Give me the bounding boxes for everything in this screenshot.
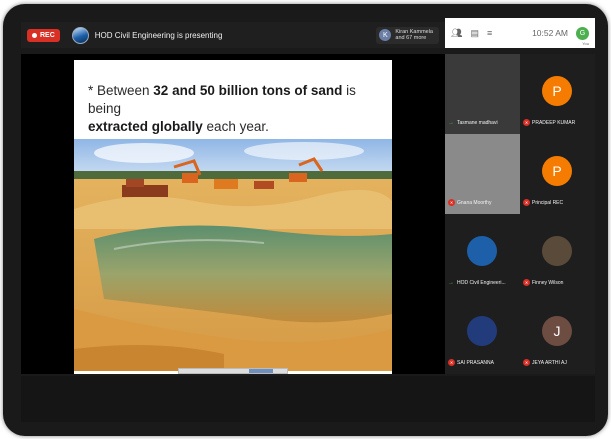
mic-on-icon: →	[448, 119, 454, 126]
hamburger-icon[interactable]: ≡	[487, 28, 492, 38]
participant-avatar	[467, 316, 497, 346]
slide-line1-bold: 32 and 50 billion tons of sand	[153, 83, 343, 98]
viewers-line1: Kiran Kammela	[395, 28, 433, 35]
participant-name: PRADEEP KUMAR	[532, 119, 576, 126]
slide-scrollbar[interactable]	[178, 368, 288, 374]
participant-name-row: ✕ Gnana Moorthy	[448, 199, 491, 206]
participant-name: SAI PRASANNA	[457, 359, 494, 366]
participant-name-row: ✕ SAI PRASANNA	[448, 359, 494, 366]
participant-tile[interactable]: → HOD Civil Engineeri...	[445, 214, 520, 294]
participant-tile[interactable]: P ✕ Principal REC	[520, 134, 595, 214]
slide-line2-bold: extracted globally	[88, 119, 203, 134]
presenter-avatar	[71, 26, 89, 44]
recording-badge: REC	[27, 28, 60, 42]
participant-name-row: ✕ PRADEEP KUMAR	[523, 119, 575, 126]
participant-avatar	[467, 76, 497, 106]
viewer-avatar: K	[379, 29, 392, 41]
viewers-text: Kiran Kammela and 67 more	[395, 29, 433, 42]
record-dot-icon	[32, 32, 37, 38]
mic-off-icon: ✕	[523, 359, 530, 366]
participant-tile[interactable]: P ✕ PRADEEP KUMAR	[520, 54, 595, 134]
participant-name: Tasmane madhavi	[457, 119, 498, 126]
mic-off-icon: ✕	[523, 279, 530, 286]
mic-off-icon: ✕	[523, 119, 530, 126]
slide: * Between 32 and 50 billion tons of sand…	[74, 60, 392, 374]
participant-avatar	[542, 236, 572, 266]
presenting-text: HOD Civil Engineering is presenting	[94, 30, 223, 40]
participant-name-row: → Tasmane madhavi	[448, 119, 498, 126]
slide-scroll-thumb[interactable]	[249, 369, 273, 373]
slide-line1-pre: * Between	[88, 83, 154, 98]
presenter-bar: REC HOD Civil Engineering is presenting …	[21, 22, 445, 48]
presentation-stage: * Between 32 and 50 billion tons of sand…	[21, 54, 445, 374]
self-avatar[interactable]: G	[576, 26, 589, 40]
participant-avatar	[467, 236, 497, 266]
meeting-window: REC HOD Civil Engineering is presenting …	[3, 4, 608, 436]
participant-avatar	[467, 156, 497, 186]
participant-avatar: P	[542, 156, 572, 186]
slide-text: * Between 32 and 50 billion tons of sand…	[88, 82, 388, 136]
participant-name-row: → HOD Civil Engineeri...	[448, 279, 506, 286]
mic-off-icon: ✕	[448, 199, 455, 206]
viewers-chip[interactable]: K Kiran Kammela and 67 more	[376, 26, 439, 44]
participant-name: Finney Wilson	[532, 279, 564, 286]
participant-tile[interactable]: J ✕ JEYA ARTHI AJ	[520, 294, 595, 374]
self-label: You	[582, 41, 589, 46]
participant-name: Gnana Moorthy	[457, 199, 492, 206]
participant-name-row: ✕ Principal REC	[523, 199, 563, 206]
sand-mining-photo	[74, 139, 392, 371]
participant-tile[interactable]: ✕ Finney Wilson	[520, 214, 595, 294]
participant-tile[interactable]: ✕ SAI PRASANNA	[445, 294, 520, 374]
participant-avatar: J	[542, 316, 572, 346]
participant-name-row: ✕ JEYA ARTHI AJ	[523, 359, 567, 366]
clock: 10:52 AM	[532, 28, 568, 38]
participant-tile[interactable]: → Tasmane madhavi	[445, 54, 520, 134]
participant-name: HOD Civil Engineeri...	[457, 279, 506, 286]
viewers-line2: and 67 more	[395, 35, 427, 41]
participant-gallery: → Tasmane madhavi P ✕ PRADEEP KUMAR ✕ Gnana Mo…	[445, 54, 595, 374]
people-icon[interactable]: 👥︎	[451, 28, 462, 39]
participant-name: Principal REC	[532, 199, 564, 206]
chat-icon[interactable]: ▤	[470, 28, 479, 39]
rec-label: REC	[40, 31, 55, 39]
participant-tile[interactable]: ✕ Gnana Moorthy	[445, 134, 520, 214]
mic-on-icon: →	[448, 279, 454, 286]
bottom-bar	[21, 376, 595, 422]
participant-avatar: P	[542, 76, 572, 106]
participant-name-row: ✕ Finney Wilson	[523, 279, 563, 286]
mic-off-icon: ✕	[523, 199, 530, 206]
participant-name: JEYA ARTHI AJ	[532, 359, 567, 366]
mic-off-icon: ✕	[448, 359, 455, 366]
slide-line2-post: each year.	[202, 119, 269, 134]
top-status-bar: 👥︎ ▤ ≡ 10:52 AM G You	[445, 18, 595, 48]
